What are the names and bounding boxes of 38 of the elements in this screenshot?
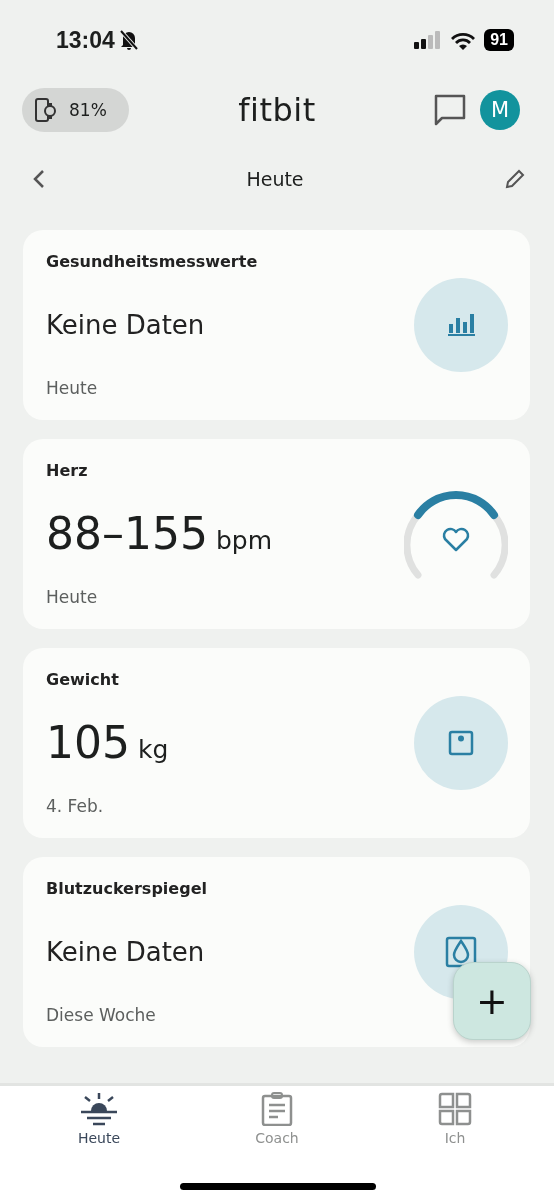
avatar[interactable]: M xyxy=(480,90,520,130)
bell-muted-icon xyxy=(118,29,139,51)
sunrise-icon xyxy=(80,1092,118,1126)
card-subtitle: Heute xyxy=(46,587,99,607)
status-time: 13:04 xyxy=(56,26,115,54)
metric-unit: kg xyxy=(138,735,169,764)
metric-unit: bpm xyxy=(216,526,273,555)
metric-card[interactable]: Gesundheitsmesswerte Keine Daten Heute xyxy=(23,230,530,420)
phone-watch-icon xyxy=(35,97,57,123)
drop-icon xyxy=(445,936,477,968)
card-title: Herz xyxy=(46,461,89,480)
clipboard-icon xyxy=(261,1092,293,1126)
metric-value: 88–155 xyxy=(46,508,208,559)
battery-indicator: 91 xyxy=(484,29,514,51)
metric-card[interactable]: Herz 88–155 bpm Heute xyxy=(23,439,530,629)
scale-icon xyxy=(448,730,474,756)
card-title: Blutzuckerspiegel xyxy=(46,879,208,898)
metric-card[interactable]: Gewicht 105 kg 4. Feb. xyxy=(23,648,530,838)
metric-value: 105 xyxy=(46,717,130,768)
metric-value: Keine Daten xyxy=(46,936,205,967)
bar-chart-icon xyxy=(447,313,475,337)
chat-icon[interactable] xyxy=(434,94,466,126)
card-title: Gewicht xyxy=(46,670,120,689)
page-title: Heute xyxy=(246,168,304,190)
pencil-icon[interactable] xyxy=(504,168,526,190)
nav-tab[interactable]: Heute xyxy=(39,1092,159,1146)
add-button[interactable]: + xyxy=(453,962,531,1040)
grid-icon xyxy=(438,1092,472,1126)
card-subtitle: Diese Woche xyxy=(46,1005,157,1025)
card-subtitle: Heute xyxy=(46,378,99,398)
device-battery-button[interactable]: 81% xyxy=(22,88,129,132)
fitbit-logo: fitbit xyxy=(238,91,316,129)
metric-value: Keine Daten xyxy=(46,309,205,340)
card-title: Gesundheitsmesswerte xyxy=(46,252,259,271)
card-subtitle: 4. Feb. xyxy=(46,796,105,816)
wifi-icon xyxy=(450,30,477,50)
back-icon[interactable] xyxy=(32,169,46,189)
signal-icon xyxy=(414,31,443,49)
